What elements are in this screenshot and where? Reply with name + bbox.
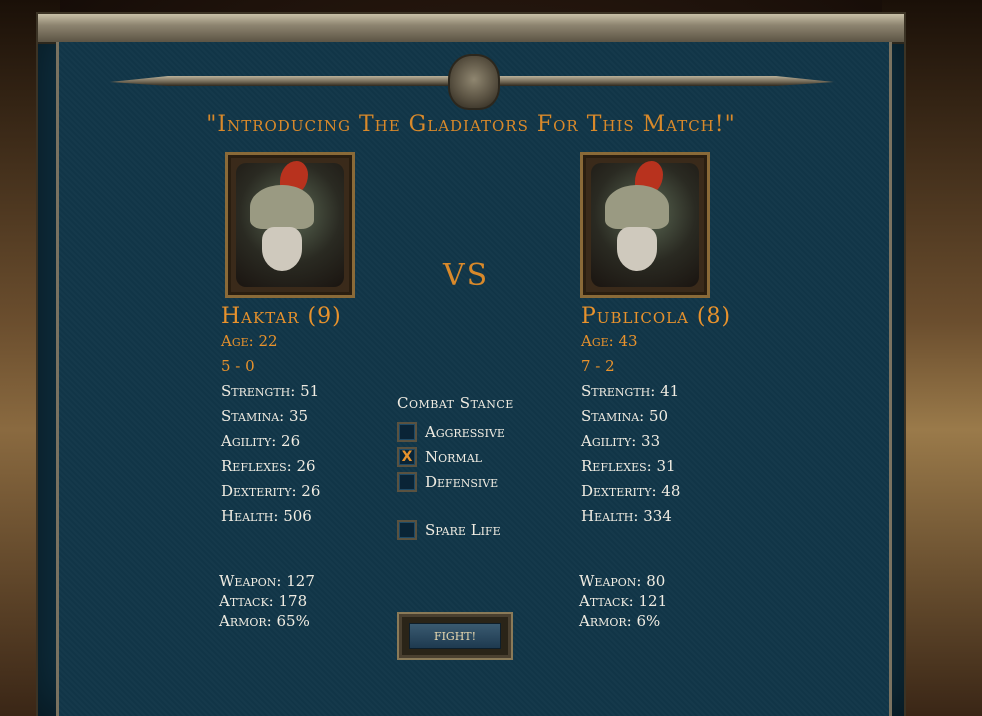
stance-option-label: Aggressive [425,422,505,441]
checkbox[interactable] [397,471,417,492]
fighter-age: Age: 43 [581,332,638,350]
stat-reflexes: Reflexes: 26 [221,457,316,475]
fighter-name: Haktar (9) [221,304,342,329]
stat-agility: Agility: 26 [221,432,301,450]
beard [262,227,302,271]
stat-dexterity: Dexterity: 26 [221,482,321,500]
vs-label: VS [443,258,490,293]
left-fighter-gear: Weapon: 127 Attack: 178 Armor: 65% [219,572,419,632]
spare-life-label: Spare Life [425,520,501,539]
fight-button[interactable]: FIGHT! [397,612,513,660]
stance-option-normal[interactable]: X Normal [397,444,567,469]
fighter-record: 7 - 2 [581,357,615,375]
helmet [605,185,669,229]
gear-attack: Attack: 178 [219,592,308,610]
spare-life-toggle[interactable]: Spare Life [397,517,501,542]
gear-armor: Armor: 65% [219,612,310,630]
stat-stamina: Stamina: 35 [221,407,309,425]
stance-option-label: Defensive [425,472,499,491]
match-panel: "Introducing The Gladiators For This Mat… [38,14,904,716]
checkbox[interactable]: X [397,446,417,467]
gear-attack: Attack: 121 [579,592,668,610]
page-title: "Introducing The Gladiators For This Mat… [206,112,736,137]
gear-armor: Armor: 6% [579,612,661,630]
beard [617,227,657,271]
stat-agility: Agility: 33 [581,432,661,450]
stance-option-label: Normal [425,447,482,466]
panel-top-rail [38,14,904,44]
gear-weapon: Weapon: 127 [219,572,315,590]
fighter-name: Publicola (8) [581,304,732,329]
combat-stance-group: Combat Stance Aggressive X Normal Defens… [397,394,567,494]
stat-stamina: Stamina: 50 [581,407,669,425]
right-fighter-gear: Weapon: 80 Attack: 121 Armor: 6% [579,572,779,632]
left-gladiator-portrait [225,152,355,298]
stat-strength: Strength: 51 [221,382,320,400]
fight-button-label: FIGHT! [409,623,501,649]
stat-strength: Strength: 41 [581,382,680,400]
gear-weapon: Weapon: 80 [579,572,666,590]
right-fighter-stats: Publicola (8) Age: 43 7 - 2 Strength: 41… [581,304,781,532]
stat-dexterity: Dexterity: 48 [581,482,681,500]
left-fighter-stats: Haktar (9) Age: 22 5 - 0 Strength: 51 St… [221,304,421,532]
stance-option-defensive[interactable]: Defensive [397,469,567,494]
stat-health: Health: 506 [221,507,312,525]
lion-emblem-icon [448,54,500,110]
fighter-age: Age: 22 [221,332,278,350]
stat-reflexes: Reflexes: 31 [581,457,676,475]
checkbox[interactable] [397,519,417,540]
checkbox[interactable] [397,421,417,442]
right-gladiator-portrait [580,152,710,298]
combat-stance-title: Combat Stance [397,394,514,412]
helmet [250,185,314,229]
stance-option-aggressive[interactable]: Aggressive [397,419,567,444]
fighter-record: 5 - 0 [221,357,255,375]
stat-health: Health: 334 [581,507,672,525]
